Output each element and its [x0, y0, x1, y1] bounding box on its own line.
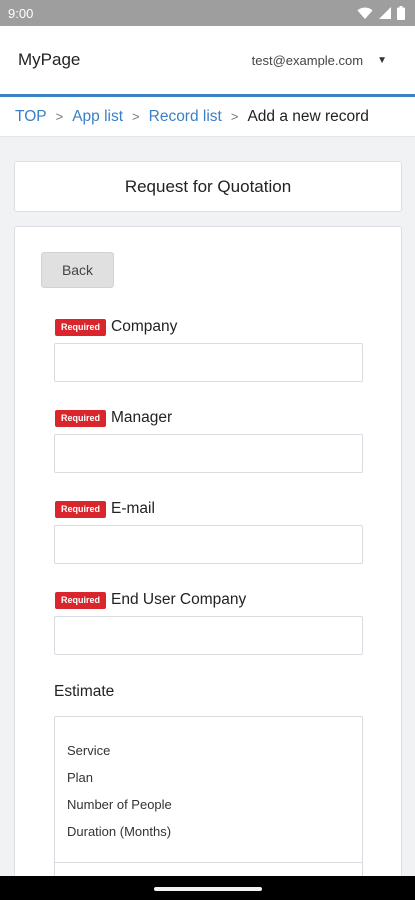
page-title: Request for Quotation: [124, 176, 292, 196]
estimate-table: Service Plan Number of People Duration (…: [54, 716, 363, 900]
company-input[interactable]: [54, 343, 363, 382]
required-badge: Required: [55, 500, 107, 518]
company-label: Required Company: [55, 318, 177, 336]
breadcrumb-link-record-list[interactable]: Record list: [149, 108, 222, 126]
breadcrumb-current: Add a new record: [247, 107, 369, 125]
estimate-divider: [55, 862, 362, 863]
caret-down-icon: ▼: [377, 54, 387, 66]
estimate-row-service: Service: [67, 743, 111, 758]
breadcrumb-separator: >: [230, 109, 239, 124]
field-label-text: End User Company: [111, 591, 247, 608]
user-email: test@example.com: [251, 52, 364, 68]
email-input[interactable]: [54, 525, 363, 564]
navigation-bar: [0, 876, 415, 900]
status-bar: 9:00: [0, 0, 415, 26]
form-card: Back Required Company Required Manager R…: [14, 226, 402, 900]
field-label-text: E-mail: [111, 500, 155, 517]
estimate-row-people: Number of People: [67, 797, 172, 812]
estimate-label: Estimate: [54, 683, 115, 700]
manager-label: Required Manager: [55, 409, 172, 427]
signal-icon: [379, 7, 391, 19]
home-indicator[interactable]: [153, 887, 262, 891]
app-header: MyPage test@example.com ▼: [0, 26, 415, 94]
battery-icon: [397, 6, 405, 20]
app-title: MyPage: [18, 50, 81, 69]
status-time: 9:00: [8, 5, 34, 21]
back-button[interactable]: Back: [41, 252, 114, 288]
end-user-company-label: Required End User Company: [55, 591, 246, 609]
status-icons: [357, 6, 405, 20]
required-badge: Required: [55, 409, 107, 427]
breadcrumb-separator: >: [55, 109, 64, 124]
breadcrumb-link-app-list[interactable]: App list: [72, 108, 123, 126]
estimate-row-duration: Duration (Months): [67, 824, 172, 839]
wifi-icon: [357, 7, 373, 20]
breadcrumb-separator: >: [132, 109, 140, 124]
estimate-row-plan: Plan: [67, 770, 94, 785]
page-title-card: Request for Quotation: [14, 161, 402, 212]
email-label: Required E-mail: [55, 500, 155, 518]
required-badge: Required: [55, 591, 107, 609]
breadcrumb-link-top[interactable]: TOP: [15, 108, 47, 126]
field-label-text: Company: [111, 318, 178, 335]
manager-input[interactable]: [54, 434, 363, 473]
required-badge: Required: [55, 318, 107, 336]
user-menu[interactable]: test@example.com ▼: [252, 53, 387, 68]
end-user-company-input[interactable]: [54, 616, 363, 655]
field-label-text: Manager: [111, 409, 173, 426]
breadcrumb: TOP > App list > Record list > Add a new…: [0, 97, 415, 137]
